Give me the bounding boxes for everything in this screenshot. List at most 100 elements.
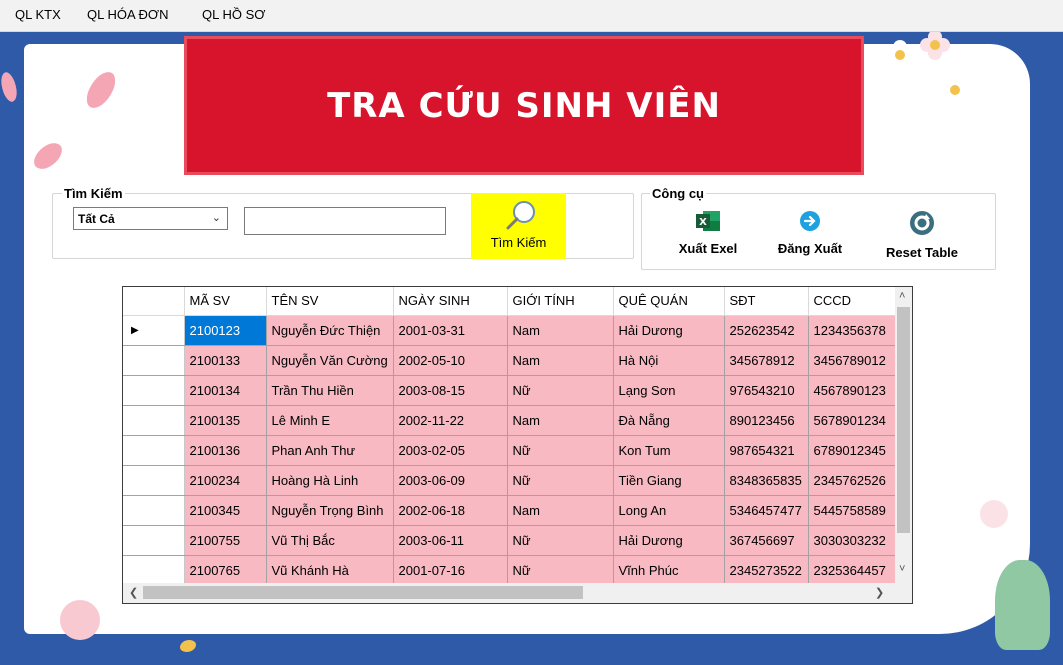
table-cell[interactable]: 2345762526 <box>808 465 897 496</box>
table-cell[interactable]: Vĩnh Phúc <box>613 555 725 586</box>
table-cell[interactable]: 6789012345 <box>808 435 897 466</box>
table-row[interactable]: 2100135 Lê Minh E 2002-11-22 Nam Đà Nẵng 8901… <box>123 405 897 436</box>
table-cell[interactable]: Nữ <box>507 465 614 496</box>
table-cell[interactable]: Hải Dương <box>613 525 725 556</box>
table-cell[interactable]: 2003-06-09 <box>393 465 508 496</box>
table-cell[interactable]: Nam <box>507 315 614 346</box>
menu-ql-ktx[interactable]: QL KTX <box>15 7 61 22</box>
table-cell[interactable]: 2100133 <box>184 345 267 376</box>
table-cell[interactable]: 2100765 <box>184 555 267 586</box>
table-cell[interactable]: Nguyễn Văn Cường <box>266 345 394 376</box>
table-row[interactable]: ▶ 2100123 Nguyễn Đức Thiện 2001-03-31 Nam Hải… <box>123 315 897 346</box>
table-cell[interactable]: 2100134 <box>184 375 267 406</box>
table-cell[interactable]: Vũ Thị Bắc <box>266 525 394 556</box>
table-row[interactable]: 2100133 Nguyễn Văn Cường 2002-05-10 Nam Hà N… <box>123 345 897 376</box>
table-cell[interactable]: 2003-08-15 <box>393 375 508 406</box>
table-cell[interactable]: 2002-11-22 <box>393 405 508 436</box>
table-cell[interactable]: 890123456 <box>724 405 809 436</box>
table-cell[interactable]: 2002-06-18 <box>393 495 508 526</box>
table-cell[interactable]: 3456789012 <box>808 345 897 376</box>
table-row[interactable]: 2100755 Vũ Thị Bắc 2003-06-11 Nữ Hải Dương 36… <box>123 525 897 556</box>
table-row[interactable]: 2100136 Phan Anh Thư 2003-02-05 Nữ Kon Tum 98… <box>123 435 897 466</box>
table-cell[interactable]: Long An <box>613 495 725 526</box>
table-cell[interactable]: Nữ <box>507 525 614 556</box>
row-header[interactable] <box>123 405 185 436</box>
column-header[interactable]: GIỚI TÍNH <box>507 287 614 316</box>
vertical-scrollbar[interactable]: ˄ ˅ <box>895 287 912 583</box>
column-header[interactable]: NGÀY SINH <box>393 287 508 316</box>
row-header[interactable] <box>123 345 185 376</box>
scroll-right-icon[interactable]: ❯ <box>875 586 884 599</box>
table-cell[interactable]: Kon Tum <box>613 435 725 466</box>
student-data-grid[interactable]: MÃ SV TÊN SV NGÀY SINH GIỚI TÍNH QUÊ QUÁ… <box>122 286 913 604</box>
menu-ql-ho-so[interactable]: QL HỒ SƠ <box>202 7 265 22</box>
table-cell[interactable]: 345678912 <box>724 345 809 376</box>
table-cell[interactable]: 2002-05-10 <box>393 345 508 376</box>
row-header[interactable] <box>123 435 185 466</box>
table-cell[interactable]: Trần Thu Hiền <box>266 375 394 406</box>
table-cell[interactable]: 1234356378 <box>808 315 897 346</box>
horizontal-scroll-thumb[interactable] <box>143 586 583 599</box>
table-cell[interactable]: Vũ Khánh Hà <box>266 555 394 586</box>
table-cell[interactable]: 2100135 <box>184 405 267 436</box>
table-cell[interactable]: 2003-06-11 <box>393 525 508 556</box>
table-cell[interactable]: 2100136 <box>184 435 267 466</box>
scroll-down-icon[interactable]: ˅ <box>899 563 905 575</box>
table-cell[interactable]: 5445758589 <box>808 495 897 526</box>
row-header[interactable] <box>123 465 185 496</box>
column-header[interactable]: SĐT <box>724 287 809 316</box>
table-cell[interactable]: 2001-03-31 <box>393 315 508 346</box>
logout-button[interactable]: Đăng Xuất <box>772 210 848 260</box>
table-cell[interactable]: 976543210 <box>724 375 809 406</box>
table-cell[interactable]: Nam <box>507 495 614 526</box>
table-cell[interactable]: 367456697 <box>724 525 809 556</box>
table-cell[interactable]: Hoàng Hà Linh <box>266 465 394 496</box>
table-cell[interactable]: 2001-07-16 <box>393 555 508 586</box>
export-excel-button[interactable]: X Xuất Exel <box>672 210 744 260</box>
row-header[interactable] <box>123 525 185 556</box>
horizontal-scrollbar[interactable]: ❮ ❯ <box>123 583 912 603</box>
table-cell[interactable]: Lạng Sơn <box>613 375 725 406</box>
table-cell[interactable]: Nguyễn Đức Thiện <box>266 315 394 346</box>
table-cell[interactable]: 2100234 <box>184 465 267 496</box>
table-cell[interactable]: 2100755 <box>184 525 267 556</box>
reset-table-button[interactable]: Reset Table <box>877 210 967 260</box>
row-header[interactable] <box>123 555 185 586</box>
table-cell[interactable]: Lê Minh E <box>266 405 394 436</box>
search-filter-select[interactable]: Tất Cả ⌄ <box>73 207 228 230</box>
table-cell[interactable]: 2345273522 <box>724 555 809 586</box>
table-row[interactable]: 2100134 Trần Thu Hiền 2003-08-15 Nữ Lạng Sơn… <box>123 375 897 406</box>
column-header[interactable]: MÃ SV <box>184 287 267 316</box>
table-cell[interactable]: Nữ <box>507 555 614 586</box>
row-header[interactable] <box>123 375 185 406</box>
search-button[interactable]: Tìm Kiếm <box>471 193 566 259</box>
table-cell[interactable]: Tiền Giang <box>613 465 725 496</box>
scroll-up-icon[interactable]: ˄ <box>899 290 905 302</box>
table-cell[interactable]: 4567890123 <box>808 375 897 406</box>
table-row[interactable]: 2100765 Vũ Khánh Hà 2001-07-16 Nữ Vĩnh Phúc 2… <box>123 555 897 586</box>
table-cell[interactable]: Nguyễn Trọng Bình <box>266 495 394 526</box>
menu-ql-hoa-don[interactable]: QL HÓA ĐƠN <box>87 7 168 22</box>
table-cell[interactable]: Nam <box>507 405 614 436</box>
table-cell[interactable]: 2100123 <box>184 315 267 346</box>
vertical-scroll-thumb[interactable] <box>897 307 910 533</box>
table-cell[interactable]: 2100345 <box>184 495 267 526</box>
search-input[interactable] <box>244 207 446 235</box>
table-cell[interactable]: 5346457477 <box>724 495 809 526</box>
table-row[interactable]: 2100234 Hoàng Hà Linh 2003-06-09 Nữ Tiền Gia… <box>123 465 897 496</box>
scroll-left-icon[interactable]: ❮ <box>129 586 138 599</box>
column-header[interactable]: CCCD <box>808 287 897 316</box>
table-cell[interactable]: 987654321 <box>724 435 809 466</box>
table-cell[interactable]: Nữ <box>507 435 614 466</box>
table-cell[interactable]: Nam <box>507 345 614 376</box>
row-header[interactable] <box>123 495 185 526</box>
table-cell[interactable]: 8348365835 <box>724 465 809 496</box>
table-cell[interactable]: 252623542 <box>724 315 809 346</box>
column-header[interactable]: QUÊ QUÁN <box>613 287 725 316</box>
table-cell[interactable]: 2003-02-05 <box>393 435 508 466</box>
table-cell[interactable]: Đà Nẵng <box>613 405 725 436</box>
table-cell[interactable]: 2325364457 <box>808 555 897 586</box>
column-header[interactable]: TÊN SV <box>266 287 394 316</box>
table-cell[interactable]: 3030303232 <box>808 525 897 556</box>
table-cell[interactable]: Phan Anh Thư <box>266 435 394 466</box>
